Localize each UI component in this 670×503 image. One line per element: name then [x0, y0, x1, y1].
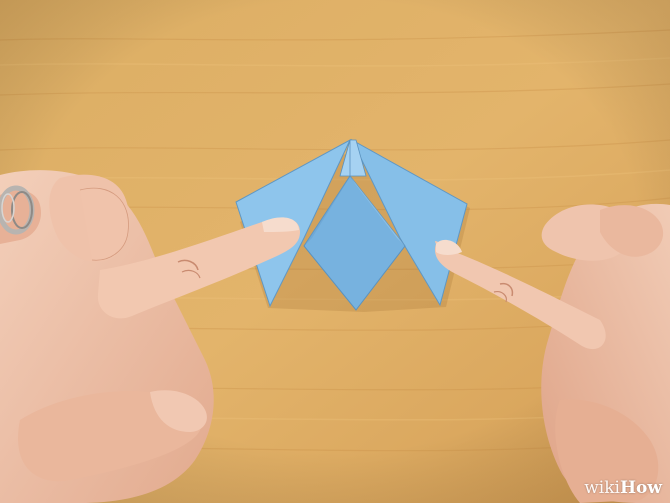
- wikihow-watermark: wikiHow: [584, 480, 662, 497]
- watermark-part1: wiki: [584, 478, 620, 498]
- photo-scene: wikiHow: [0, 0, 670, 503]
- origami-and-hands: [0, 138, 670, 503]
- watermark-part2: How: [619, 478, 662, 498]
- right-hand: [434, 203, 670, 503]
